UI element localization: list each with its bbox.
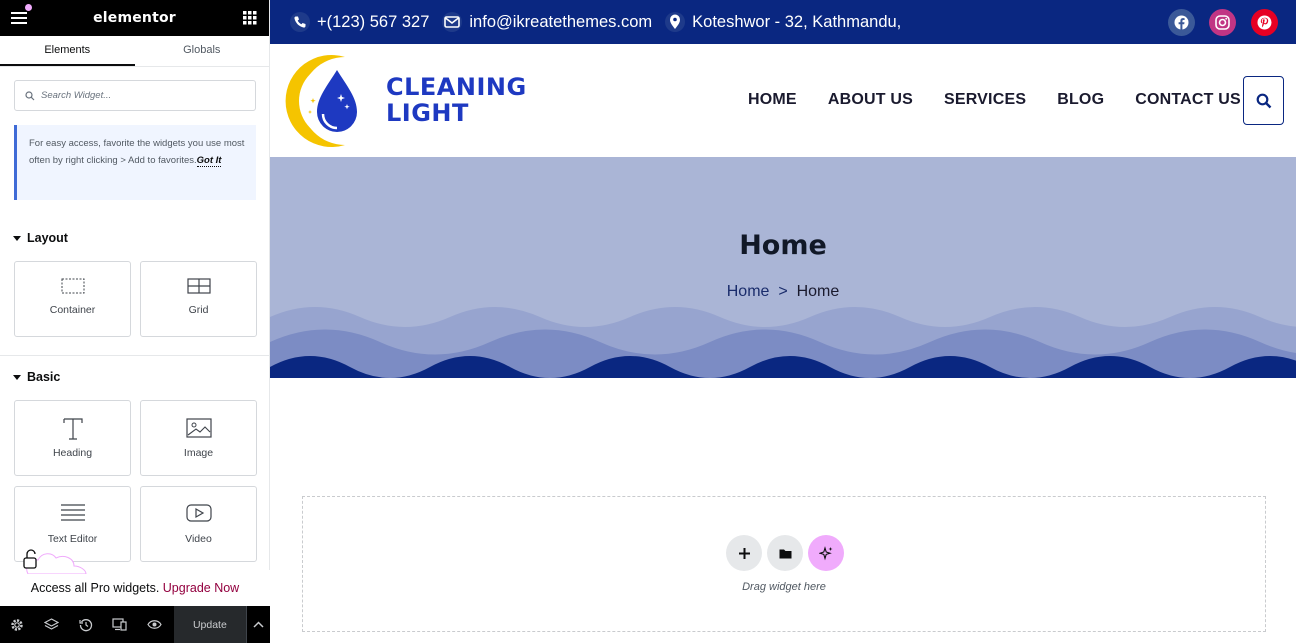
drag-widget-hint: Drag widget here	[742, 581, 826, 593]
promo-text: Access all Pro widgets.	[30, 581, 160, 595]
page-title: Home	[739, 230, 827, 261]
logo-icon[interactable]	[283, 52, 381, 150]
category-title: Layout	[27, 231, 68, 245]
panel-tabs: Elements Globals	[0, 36, 269, 67]
add-section-button[interactable]	[726, 535, 762, 571]
widget-label: Video	[185, 533, 212, 545]
pro-widgets-promo: Access all Pro widgets. Upgrade Now	[0, 549, 270, 606]
widget-label: Heading	[52, 447, 93, 459]
widget-image[interactable]: Image	[140, 400, 257, 476]
nav-home[interactable]: HOME	[748, 91, 797, 109]
widget-label: Grid	[188, 304, 209, 316]
breadcrumb-separator: >	[778, 283, 788, 300]
preview-eye-icon[interactable]	[137, 606, 171, 643]
widget-label: Image	[183, 447, 214, 459]
folder-icon	[779, 549, 791, 558]
update-button[interactable]: Update	[174, 606, 246, 643]
ai-generate-button[interactable]	[808, 535, 844, 571]
widget-heading[interactable]: Heading	[14, 400, 131, 476]
breadcrumb-home-link[interactable]: Home	[727, 283, 770, 300]
menu-icon[interactable]	[10, 4, 32, 27]
caret-down-icon	[13, 374, 21, 380]
container-icon	[61, 278, 84, 294]
email-contact[interactable]: info@ikreatethemes.com	[442, 12, 652, 32]
logo-text[interactable]: CLEANING LIGHT	[386, 74, 527, 126]
heading-icon	[62, 418, 83, 440]
responsive-mode-icon[interactable]	[103, 606, 137, 643]
chevron-up-icon[interactable]	[245, 606, 270, 643]
logo-line-1: CLEANING	[386, 73, 527, 101]
facebook-icon[interactable]	[1168, 9, 1195, 36]
nav-services[interactable]: SERVICES	[944, 91, 1026, 109]
pinterest-icon[interactable]	[1251, 9, 1278, 36]
category-layout[interactable]: Layout	[0, 229, 269, 247]
favorites-notice: For easy access, favorite the widgets yo…	[14, 125, 256, 200]
unlock-icon	[23, 549, 87, 574]
email-text: info@ikreatethemes.com	[469, 12, 653, 31]
widget-video[interactable]: Video	[140, 486, 257, 562]
address-contact: Koteshwor - 32, Kathmandu,	[665, 12, 901, 32]
address-text: Koteshwor - 32, Kathmandu,	[692, 12, 902, 31]
history-icon[interactable]	[68, 606, 102, 643]
search-icon	[25, 90, 35, 100]
site-topbar: +(123) 567 327 info@ikreatethemes.com Ko…	[270, 0, 1296, 44]
upgrade-now-link[interactable]: Upgrade Now	[163, 581, 239, 595]
instagram-icon[interactable]	[1209, 9, 1236, 36]
site-search-button[interactable]	[1243, 76, 1284, 125]
page-hero-banner: Home Home > Home	[270, 157, 1296, 378]
breadcrumb: Home > Home	[270, 283, 1296, 301]
phone-contact[interactable]: +(123) 567 327	[290, 12, 429, 32]
panel-header: elementor	[0, 0, 269, 36]
search-icon	[1256, 93, 1271, 108]
category-basic[interactable]: Basic	[0, 368, 269, 386]
phone-text: +(123) 567 327	[317, 12, 430, 31]
nav-blog[interactable]: BLOG	[1057, 91, 1104, 109]
add-template-button[interactable]	[767, 535, 803, 571]
search-placeholder: Search Widget...	[41, 90, 112, 101]
empty-section-dropzone[interactable]: Drag widget here	[302, 496, 1266, 632]
phone-icon	[290, 12, 310, 32]
grid-icon	[186, 278, 211, 294]
caret-down-icon	[13, 235, 21, 241]
panel-footer: Update	[0, 606, 270, 643]
site-header: CLEANING LIGHT HOME ABOUT US SERVICES BL…	[270, 44, 1296, 157]
text-editor-icon	[60, 504, 85, 521]
search-widget-input[interactable]: Search Widget...	[14, 80, 256, 111]
logo-line-2: LIGHT	[386, 99, 469, 127]
sparkle-icon	[818, 545, 832, 560]
widget-container[interactable]: Container	[14, 261, 131, 337]
widget-label: Text Editor	[47, 533, 98, 545]
map-pin-icon	[665, 12, 686, 32]
video-icon	[185, 504, 212, 522]
layers-icon[interactable]	[34, 606, 68, 643]
widget-label: Container	[49, 304, 96, 316]
main-nav: HOME ABOUT US SERVICES BLOG CONTACT US	[748, 91, 1272, 109]
plus-icon	[738, 547, 750, 559]
widget-grid[interactable]: Grid	[140, 261, 257, 337]
nav-contact-us[interactable]: CONTACT US	[1135, 91, 1241, 109]
elementor-panel: elementor Elements Globals Search Widget…	[0, 0, 270, 643]
tab-globals[interactable]: Globals	[135, 36, 270, 66]
apps-grid-icon[interactable]	[241, 9, 259, 27]
envelope-icon	[442, 12, 463, 32]
nav-about-us[interactable]: ABOUT US	[828, 91, 913, 109]
got-it-link[interactable]: Got It	[196, 154, 222, 167]
notification-dot	[25, 4, 32, 11]
tab-elements[interactable]: Elements	[0, 36, 135, 66]
image-icon	[185, 418, 212, 438]
breadcrumb-current: Home	[796, 283, 840, 300]
wave-decoration	[270, 307, 1296, 378]
panel-brand: elementor	[93, 10, 176, 26]
settings-icon[interactable]	[0, 606, 34, 643]
category-title: Basic	[27, 370, 61, 384]
